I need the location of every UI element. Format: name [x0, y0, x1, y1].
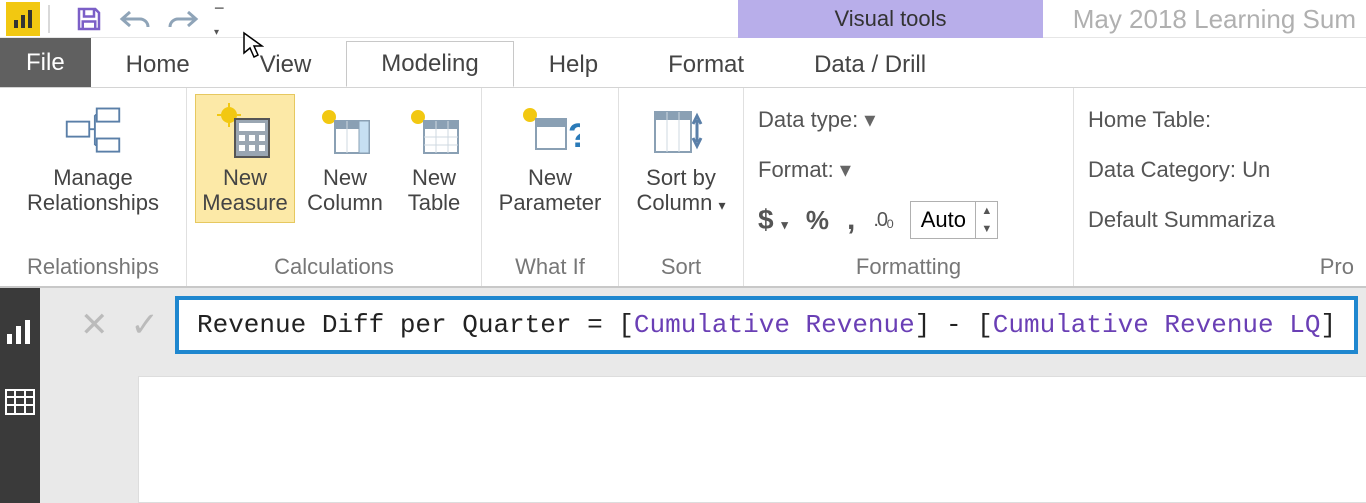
group-label: What If	[490, 250, 610, 286]
group-sort: Sort by Column ▾ Sort	[619, 88, 744, 286]
canvas-area: ✕ ✓ Revenue Diff per Quarter = [Cumulati…	[40, 288, 1366, 503]
data-view-button[interactable]	[0, 382, 40, 422]
label: Table	[408, 190, 461, 215]
label: New	[223, 165, 267, 190]
group-properties: Home Table: Data Category: Un Default Su…	[1074, 88, 1366, 286]
label: Sort by	[646, 165, 716, 190]
new-measure-icon	[215, 101, 275, 161]
tab-file[interactable]: File	[0, 38, 91, 87]
new-table-button[interactable]: New Table	[395, 94, 473, 223]
new-measure-button[interactable]: New Measure	[195, 94, 295, 223]
report-view-button[interactable]	[0, 312, 40, 352]
undo-icon[interactable]	[118, 5, 152, 33]
label: Parameter	[499, 190, 602, 215]
label: Data type:	[758, 107, 875, 133]
label: Measure	[202, 190, 288, 215]
label: Relationships	[27, 190, 159, 215]
sort-icon	[651, 101, 711, 161]
thousands-button[interactable]: ,	[847, 203, 855, 237]
new-column-icon	[315, 101, 375, 161]
app-icon	[6, 2, 40, 36]
home-table-dropdown[interactable]: Home Table:	[1088, 98, 1211, 142]
label: Column	[307, 190, 383, 215]
format-dropdown[interactable]: Format:	[758, 148, 851, 192]
measure-ref: Cumulative Revenue LQ	[993, 310, 1321, 340]
measure-ref: Cumulative Revenue	[634, 310, 915, 340]
group-label: Pro	[1082, 250, 1358, 286]
label: New	[412, 165, 456, 190]
tab-format[interactable]: Format	[633, 41, 779, 87]
group-label: Formatting	[752, 250, 1065, 286]
percent-button[interactable]: %	[806, 205, 829, 236]
default-summarization-dropdown[interactable]: Default Summariza	[1088, 198, 1275, 242]
data-type-dropdown[interactable]: Data type:	[758, 98, 875, 142]
group-formatting: Data type: Format: $ ▾ % , .0₀ ▲ ▼ Forma…	[744, 88, 1074, 286]
formula-bar-row: ✕ ✓ Revenue Diff per Quarter = [Cumulati…	[80, 296, 1358, 354]
label: Format:	[758, 157, 851, 183]
cancel-formula-icon[interactable]: ✕	[80, 305, 109, 345]
label: New	[528, 165, 572, 190]
bracket: [	[977, 310, 993, 340]
decimals-stepper[interactable]: ▲ ▼	[910, 201, 998, 239]
tab-home[interactable]: Home	[91, 41, 225, 87]
ribbon: Manage Relationships Relationships	[0, 88, 1366, 288]
qat-customize-icon[interactable]: −▾	[214, 0, 225, 40]
label: Manage	[53, 165, 133, 190]
workspace: ✕ ✓ Revenue Diff per Quarter = [Cumulati…	[0, 288, 1366, 503]
formula-text: Revenue Diff per Quarter =	[197, 310, 618, 340]
redo-icon[interactable]	[166, 5, 200, 33]
qat-separator	[48, 5, 50, 33]
currency-button[interactable]: $ ▾	[758, 204, 788, 236]
group-calculations: New Measure New Col	[187, 88, 482, 286]
report-canvas[interactable]	[138, 376, 1366, 503]
left-nav	[0, 288, 40, 503]
label: New	[323, 165, 367, 190]
bracket: ]	[1320, 310, 1336, 340]
cursor-icon	[242, 31, 264, 59]
commit-formula-icon[interactable]: ✓	[131, 305, 160, 345]
formula-bar[interactable]: Revenue Diff per Quarter = [Cumulative R…	[175, 296, 1358, 354]
bracket: [	[618, 310, 634, 340]
group-label: Sort	[627, 250, 735, 286]
manage-relationships-button[interactable]: Manage Relationships	[8, 94, 178, 223]
label: Column ▾	[637, 190, 726, 215]
group-label: Calculations	[195, 250, 473, 286]
stepper-up-icon[interactable]: ▲	[976, 202, 997, 220]
save-icon[interactable]	[74, 4, 104, 34]
tab-help[interactable]: Help	[514, 41, 633, 87]
decimals-input[interactable]	[911, 202, 975, 238]
svg-text:?: ?	[568, 117, 580, 155]
tab-modeling[interactable]: Modeling	[346, 41, 513, 87]
contextual-tab-visual-tools: Visual tools	[738, 0, 1043, 38]
operator: -	[930, 310, 977, 340]
sort-by-column-button[interactable]: Sort by Column ▾	[627, 94, 735, 223]
new-parameter-button[interactable]: ? New Parameter	[490, 94, 610, 223]
group-relationships: Manage Relationships Relationships	[0, 88, 187, 286]
relationships-icon	[63, 101, 123, 161]
bracket: ]	[915, 310, 931, 340]
document-title: May 2018 Learning Sum	[1073, 4, 1356, 35]
ribbon-tab-row: File Home View Modeling Help Format Data…	[0, 38, 1366, 88]
data-category-dropdown[interactable]: Data Category: Un	[1088, 148, 1270, 192]
decimals-icon: .0₀	[873, 209, 892, 232]
stepper-down-icon[interactable]: ▼	[976, 220, 997, 238]
quick-access-toolbar: −▾	[74, 0, 225, 40]
new-table-icon	[404, 101, 464, 161]
group-label: Relationships	[8, 250, 178, 286]
new-column-button[interactable]: New Column	[299, 94, 391, 223]
new-parameter-icon: ?	[520, 101, 580, 161]
tab-data-drill[interactable]: Data / Drill	[779, 41, 961, 87]
group-whatif: ? New Parameter What If	[482, 88, 619, 286]
